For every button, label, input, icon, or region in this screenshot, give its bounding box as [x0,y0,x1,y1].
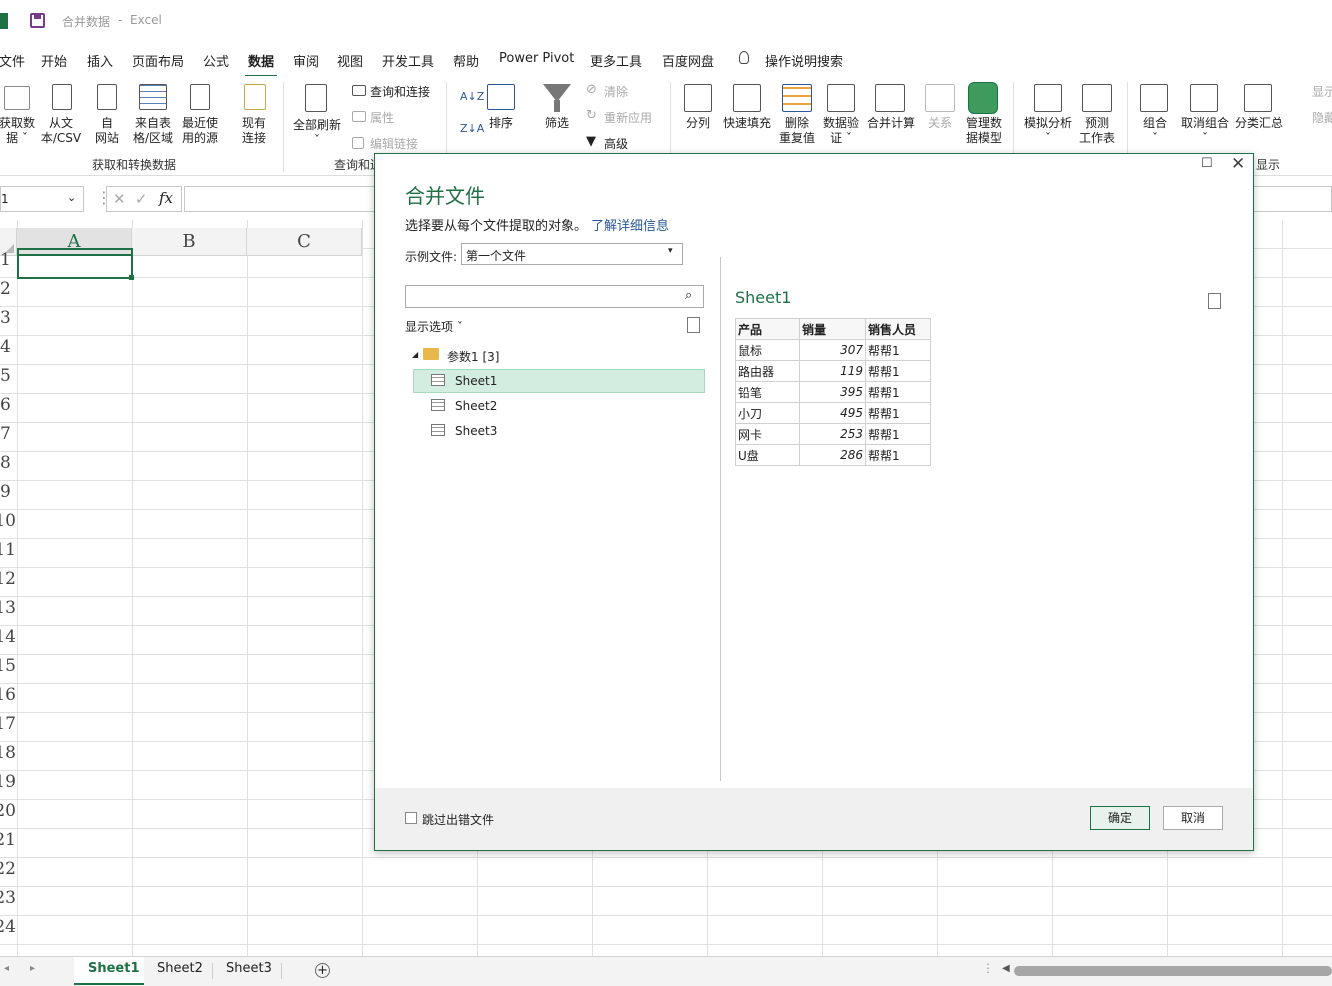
refresh-preview-icon[interactable] [687,317,700,333]
table-icon [431,374,445,386]
display-options-menu[interactable]: 显示选项 ˇ [405,318,463,335]
ok-button[interactable]: 确定 [1090,806,1150,830]
folder-label: 参数1 [3] [447,350,500,364]
preview-header: 销量 [799,318,866,340]
learn-more-link[interactable]: 了解详细信息 [591,215,669,234]
folder-icon [423,348,439,360]
pane-divider [720,257,721,781]
preview-row: 鼠标 307 帮帮1 [735,339,931,361]
search-icon[interactable]: ⌕ [685,288,692,303]
table-icon [431,399,445,411]
sample-file-select[interactable]: 第一个文件 ▾ [461,243,683,265]
dropdown-arrow-icon: ▾ [668,246,673,256]
preview-row: U盘 286 帮帮1 [735,444,931,466]
skip-errors-label: 跳过出错文件 [422,813,495,827]
close-icon[interactable]: ✕ [1231,154,1245,174]
maximize-icon[interactable]: ☐ [1201,156,1213,171]
tree-item-sheet2[interactable]: Sheet2 [455,399,497,413]
preview-title: Sheet1 [735,288,792,307]
cancel-button[interactable]: 取消 [1163,806,1223,830]
preview-row: 小刀 495 帮帮1 [735,402,931,424]
preview-row: 铅笔 395 帮帮1 [735,381,931,403]
preview-row: 路由器 119 帮帮1 [735,360,931,382]
dialog-title: 合并文件 [405,184,485,208]
sample-file-label: 示例文件: [405,250,458,264]
dialog-footer: 跳过出错文件 确定 取消 [375,788,1253,850]
preview-table: 产品 销量 销售人员 鼠标 307 帮帮1 路由器 119 帮帮1 铅笔 395 帮帮1 小… [735,318,931,466]
table-icon [431,424,445,436]
tree-item-label[interactable]: Sheet1 [455,374,497,388]
tree-item-sheet3[interactable]: Sheet3 [455,424,497,438]
dialog-subtitle: 选择要从每个文件提取的对象。 [405,219,588,234]
preview-refresh-icon[interactable] [1208,293,1221,309]
preview-header: 销售人员 [865,318,931,340]
collapse-tree-icon[interactable]: ◢ [412,350,418,359]
combine-files-dialog: ☐ ✕ 合并文件 选择要从每个文件提取的对象。 了解详细信息 示例文件: 第一个… [374,153,1254,851]
search-input[interactable]: ⌕ [405,285,704,308]
sample-file-value: 第一个文件 [466,249,527,263]
skip-errors-checkbox[interactable] [405,812,417,824]
preview-row: 网卡 253 帮帮1 [735,423,931,445]
preview-header: 产品 [735,318,800,340]
